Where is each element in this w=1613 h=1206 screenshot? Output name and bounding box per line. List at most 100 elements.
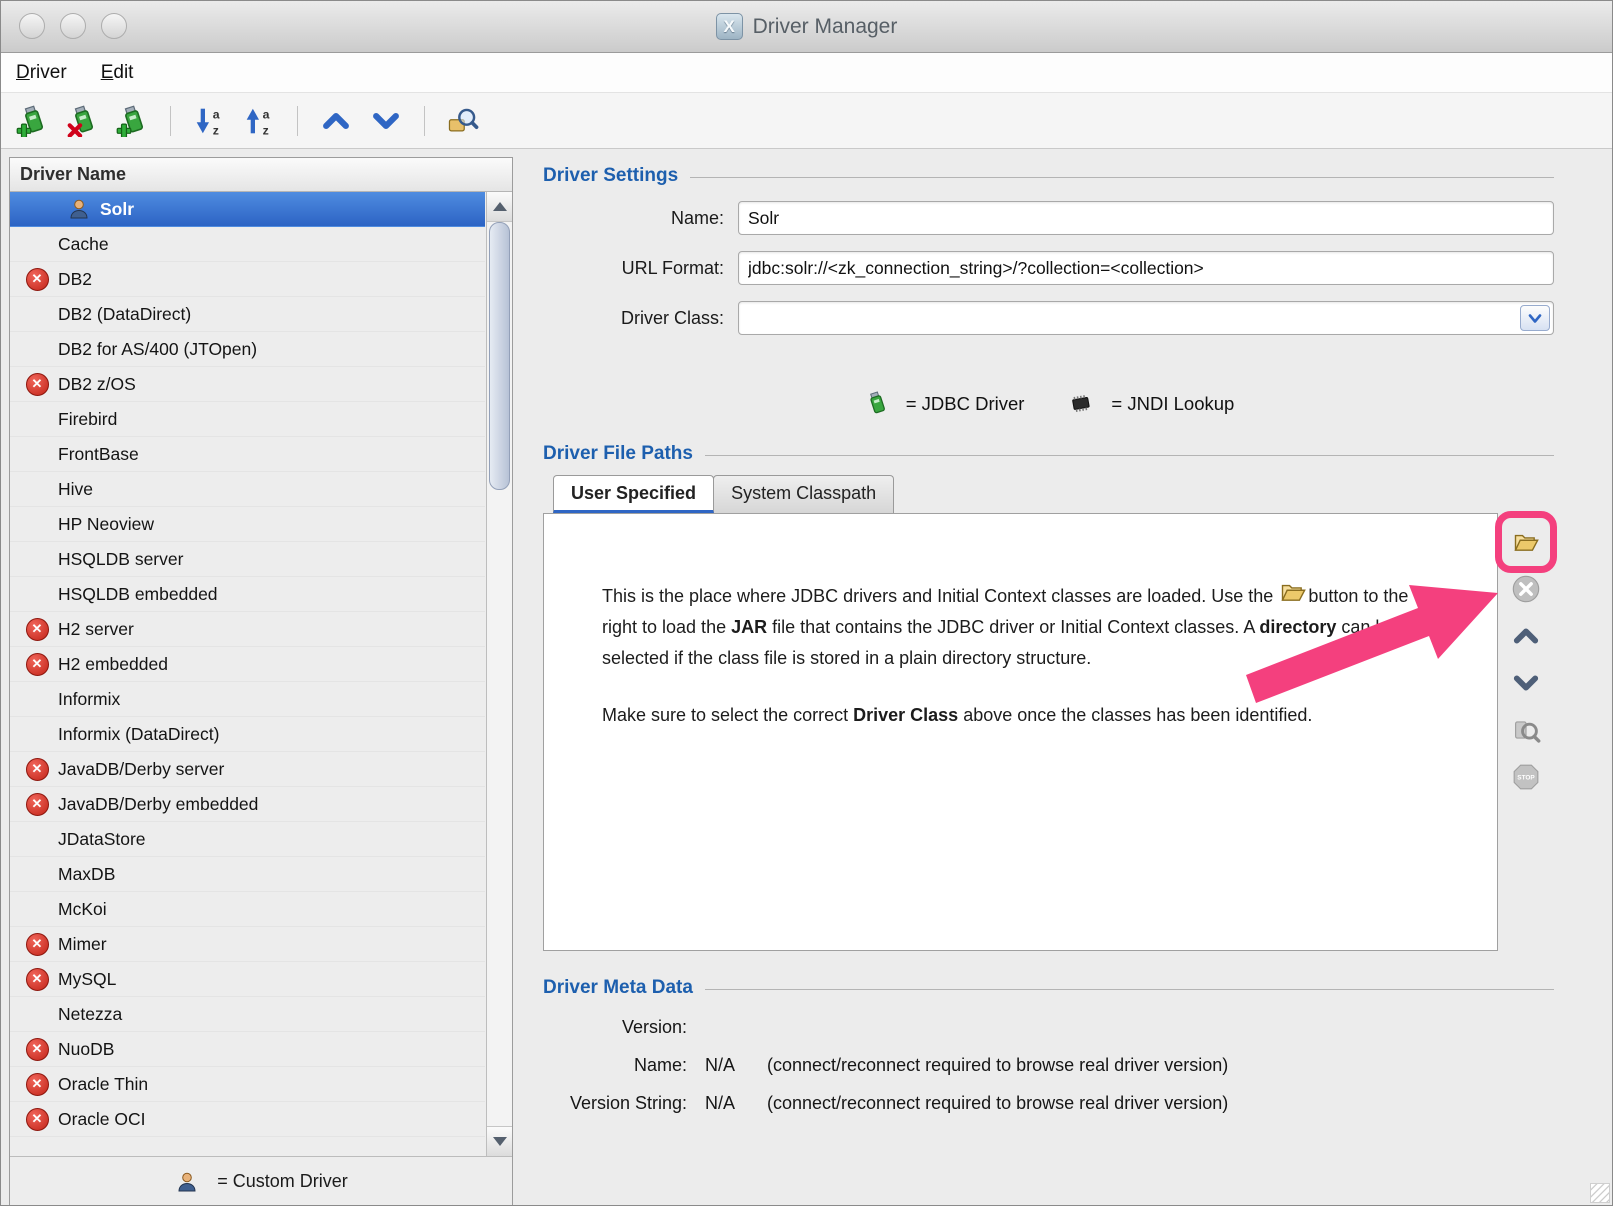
driver-list-item[interactable]: ✕H2 server	[10, 612, 485, 647]
find-driver-class-button[interactable]	[1509, 713, 1543, 747]
app-icon: X	[716, 13, 743, 40]
driver-settings-form: Name: URL Format: Driver Class:	[543, 201, 1554, 335]
url-format-row: URL Format:	[543, 251, 1554, 285]
driver-list-scrollbar[interactable]	[486, 192, 512, 1156]
meta-row: Version String:N/A(connect/reconnect req…	[543, 1093, 1554, 1114]
error-icon: ✕	[24, 966, 50, 992]
driver-settings-section-header: Driver Settings	[543, 165, 1554, 187]
resize-grip[interactable]	[1590, 1183, 1610, 1203]
driver-name-label: HP Neoview	[58, 514, 154, 535]
remove-path-button[interactable]	[1509, 572, 1543, 606]
move-up-button[interactable]	[317, 102, 355, 140]
menu-edit[interactable]: Edit	[101, 62, 134, 84]
scroll-up-button[interactable]	[487, 192, 512, 222]
meta-value: N/A	[705, 1055, 767, 1076]
section-divider	[705, 989, 1554, 990]
meta-row: Version:	[543, 1017, 1554, 1038]
scrollbar-track[interactable]	[487, 222, 512, 1126]
driver-list-item[interactable]: Cache	[10, 227, 485, 262]
new-driver-button[interactable]	[13, 102, 51, 140]
svg-text:z: z	[213, 123, 219, 136]
driver-class-dropdown-button[interactable]	[1520, 305, 1550, 331]
move-path-down-button[interactable]	[1509, 666, 1543, 700]
url-format-label: URL Format:	[543, 258, 738, 279]
driver-file-paths-title: Driver File Paths	[543, 443, 693, 465]
tab-user-specified[interactable]: User Specified	[553, 475, 714, 513]
driver-list-item[interactable]: ✕ JavaDB/Derby embedded	[10, 787, 485, 822]
error-icon: ✕	[24, 791, 50, 817]
close-button[interactable]	[19, 13, 45, 39]
error-icon: ✕	[24, 1071, 50, 1097]
driver-list-item[interactable]: MaxDB	[10, 857, 485, 892]
user-specified-panel: This is the place where JDBC drivers and…	[543, 513, 1498, 951]
url-format-input[interactable]	[738, 251, 1554, 285]
driver-list-item[interactable]: ✕H2 embedded	[10, 647, 485, 682]
driver-list-item[interactable]: ✕Oracle OCI	[10, 1102, 485, 1137]
move-path-up-button[interactable]	[1509, 619, 1543, 653]
driver-list-item[interactable]: ✕Mimer	[10, 927, 485, 962]
scrollbar-thumb[interactable]	[489, 222, 510, 490]
driver-name-label: Oracle OCI	[58, 1109, 146, 1130]
driver-list-item[interactable]: Informix (DataDirect)	[10, 717, 485, 752]
driver-list-item[interactable]: ✕NuoDB	[10, 1032, 485, 1067]
driver-list-item[interactable]: ✕DB2	[10, 262, 485, 297]
file-paths-side-buttons: STOP	[1498, 513, 1554, 951]
driver-list-header[interactable]: Driver Name	[10, 158, 512, 192]
driver-name-label: DB2 for AS/400 (JTOpen)	[58, 339, 257, 360]
stop-button[interactable]: STOP	[1509, 760, 1543, 794]
menu-driver[interactable]: Driver	[16, 62, 67, 84]
meta-label: Name:	[543, 1055, 705, 1076]
scroll-down-button[interactable]	[487, 1126, 512, 1156]
open-file-button[interactable]	[1509, 525, 1543, 559]
driver-list-item[interactable]: ✕MySQL	[10, 962, 485, 997]
jdbc-legend: = JDBC Driver	[863, 391, 1025, 417]
icon-legend: = JDBC Driver = JNDI Lookup	[543, 391, 1554, 417]
toolbar-separator	[297, 106, 298, 136]
tab-system-classpath[interactable]: System Classpath	[713, 475, 894, 513]
driver-list-item[interactable]: Solr	[10, 192, 485, 227]
driver-list-item[interactable]: HP Neoview	[10, 507, 485, 542]
driver-list-item[interactable]: ✕JavaDB/Derby server	[10, 752, 485, 787]
section-divider	[705, 455, 1554, 456]
driver-list-item[interactable]: HSQLDB server	[10, 542, 485, 577]
scroll-up-icon	[493, 202, 507, 211]
driver-list-item[interactable]: Informix	[10, 682, 485, 717]
copy-driver-button[interactable]	[113, 102, 151, 140]
driver-file-paths-section-header: Driver File Paths	[543, 443, 1554, 465]
menubar: Driver Edit	[1, 53, 1612, 93]
driver-class-label: Driver Class:	[543, 308, 738, 329]
name-row: Name:	[543, 201, 1554, 235]
delete-driver-button[interactable]	[63, 102, 101, 140]
driver-list-item[interactable]: ✕Oracle Thin	[10, 1067, 485, 1102]
error-icon: ✕	[24, 1036, 50, 1062]
name-label: Name:	[543, 208, 738, 229]
driver-list-item[interactable]: ✕DB2 z/OS	[10, 367, 485, 402]
sort-descending-button[interactable]: az	[190, 102, 228, 140]
jndi-legend: = JNDI Lookup	[1068, 391, 1234, 417]
driver-meta-section: Driver Meta Data Version:Name:N/A(connec…	[543, 977, 1554, 1114]
driver-list-item[interactable]: JDataStore	[10, 822, 485, 857]
driver-class-row: Driver Class:	[543, 301, 1554, 335]
zoom-button[interactable]	[101, 13, 127, 39]
driver-list-item[interactable]: FrontBase	[10, 437, 485, 472]
driver-name-label: HSQLDB embedded	[58, 584, 218, 605]
driver-list-item[interactable]: DB2 (DataDirect)	[10, 297, 485, 332]
driver-name-label: JavaDB/Derby embedded	[58, 794, 258, 815]
move-down-button[interactable]	[367, 102, 405, 140]
driver-list-item[interactable]: Netezza	[10, 997, 485, 1032]
driver-list-item[interactable]: Hive	[10, 472, 485, 507]
driver-list-item[interactable]: DB2 for AS/400 (JTOpen)	[10, 332, 485, 367]
driver-list-item[interactable]: HSQLDB embedded	[10, 577, 485, 612]
find-button[interactable]	[444, 102, 482, 140]
name-input[interactable]	[738, 201, 1554, 235]
driver-class-combobox[interactable]	[738, 301, 1554, 335]
error-icon: ✕	[24, 266, 50, 292]
driver-meta-section-header: Driver Meta Data	[543, 977, 1554, 999]
driver-list-item[interactable]: Firebird	[10, 402, 485, 437]
sort-ascending-button[interactable]: az	[240, 102, 278, 140]
minimize-button[interactable]	[60, 13, 86, 39]
driver-list-item[interactable]: McKoi	[10, 892, 485, 927]
driver-name-label: FrontBase	[58, 444, 139, 465]
meta-value	[705, 1017, 767, 1038]
error-icon: ✕	[24, 651, 50, 677]
